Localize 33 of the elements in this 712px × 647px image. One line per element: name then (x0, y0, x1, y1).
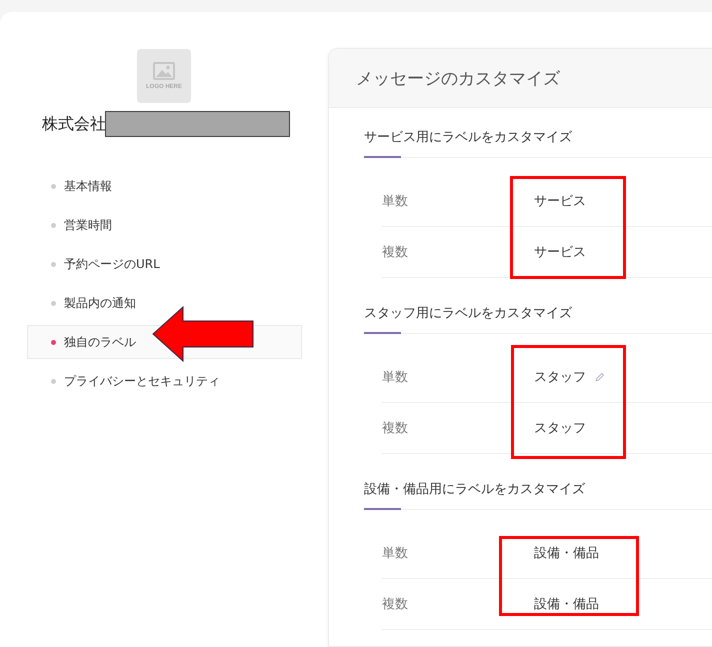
label-value[interactable]: 設備・備品 (534, 544, 599, 562)
section-title: スタッフ用にラベルをカスタマイズ (364, 305, 573, 323)
bullet-icon (51, 262, 56, 266)
label-value[interactable]: スタッフ (534, 368, 586, 386)
nav-item[interactable]: 製品内の通知 (27, 286, 302, 320)
nav-item[interactable]: 営業時間 (27, 208, 302, 242)
field-label: 複数 (382, 596, 409, 613)
section-title: サービス用にラベルをカスタマイズ (364, 129, 573, 147)
label-value[interactable]: スタッフ (534, 419, 586, 437)
bullet-icon (51, 340, 56, 344)
field-label: 複数 (382, 244, 409, 261)
pencil-icon[interactable] (595, 372, 605, 382)
nav-item[interactable]: 基本情報 (27, 169, 302, 203)
accent-bar (364, 508, 401, 510)
bullet-icon (51, 222, 56, 228)
nav-item[interactable]: 予約ページのURL (27, 247, 302, 281)
nav-item[interactable]: プライバシーとセキュリティ (27, 364, 302, 398)
bullet-icon (51, 300, 56, 306)
field-label: 単数 (382, 545, 409, 562)
accent-bar (364, 332, 401, 334)
label-value[interactable]: サービス (534, 243, 586, 261)
field-label: 単数 (382, 193, 409, 210)
accent-bar (364, 156, 401, 158)
panel-title: メッセージのカスタマイズ (356, 68, 560, 90)
label-value[interactable]: サービス (534, 192, 586, 210)
label-value[interactable]: 設備・備品 (534, 595, 599, 613)
field-label: 単数 (382, 369, 409, 386)
bullet-icon (51, 184, 56, 188)
company-name: 株式会社 (42, 114, 106, 134)
field-label: 複数 (382, 420, 409, 437)
image-icon (153, 62, 175, 80)
section-title: 設備・備品用にラベルをカスタマイズ (364, 481, 586, 499)
bullet-icon (51, 378, 56, 384)
